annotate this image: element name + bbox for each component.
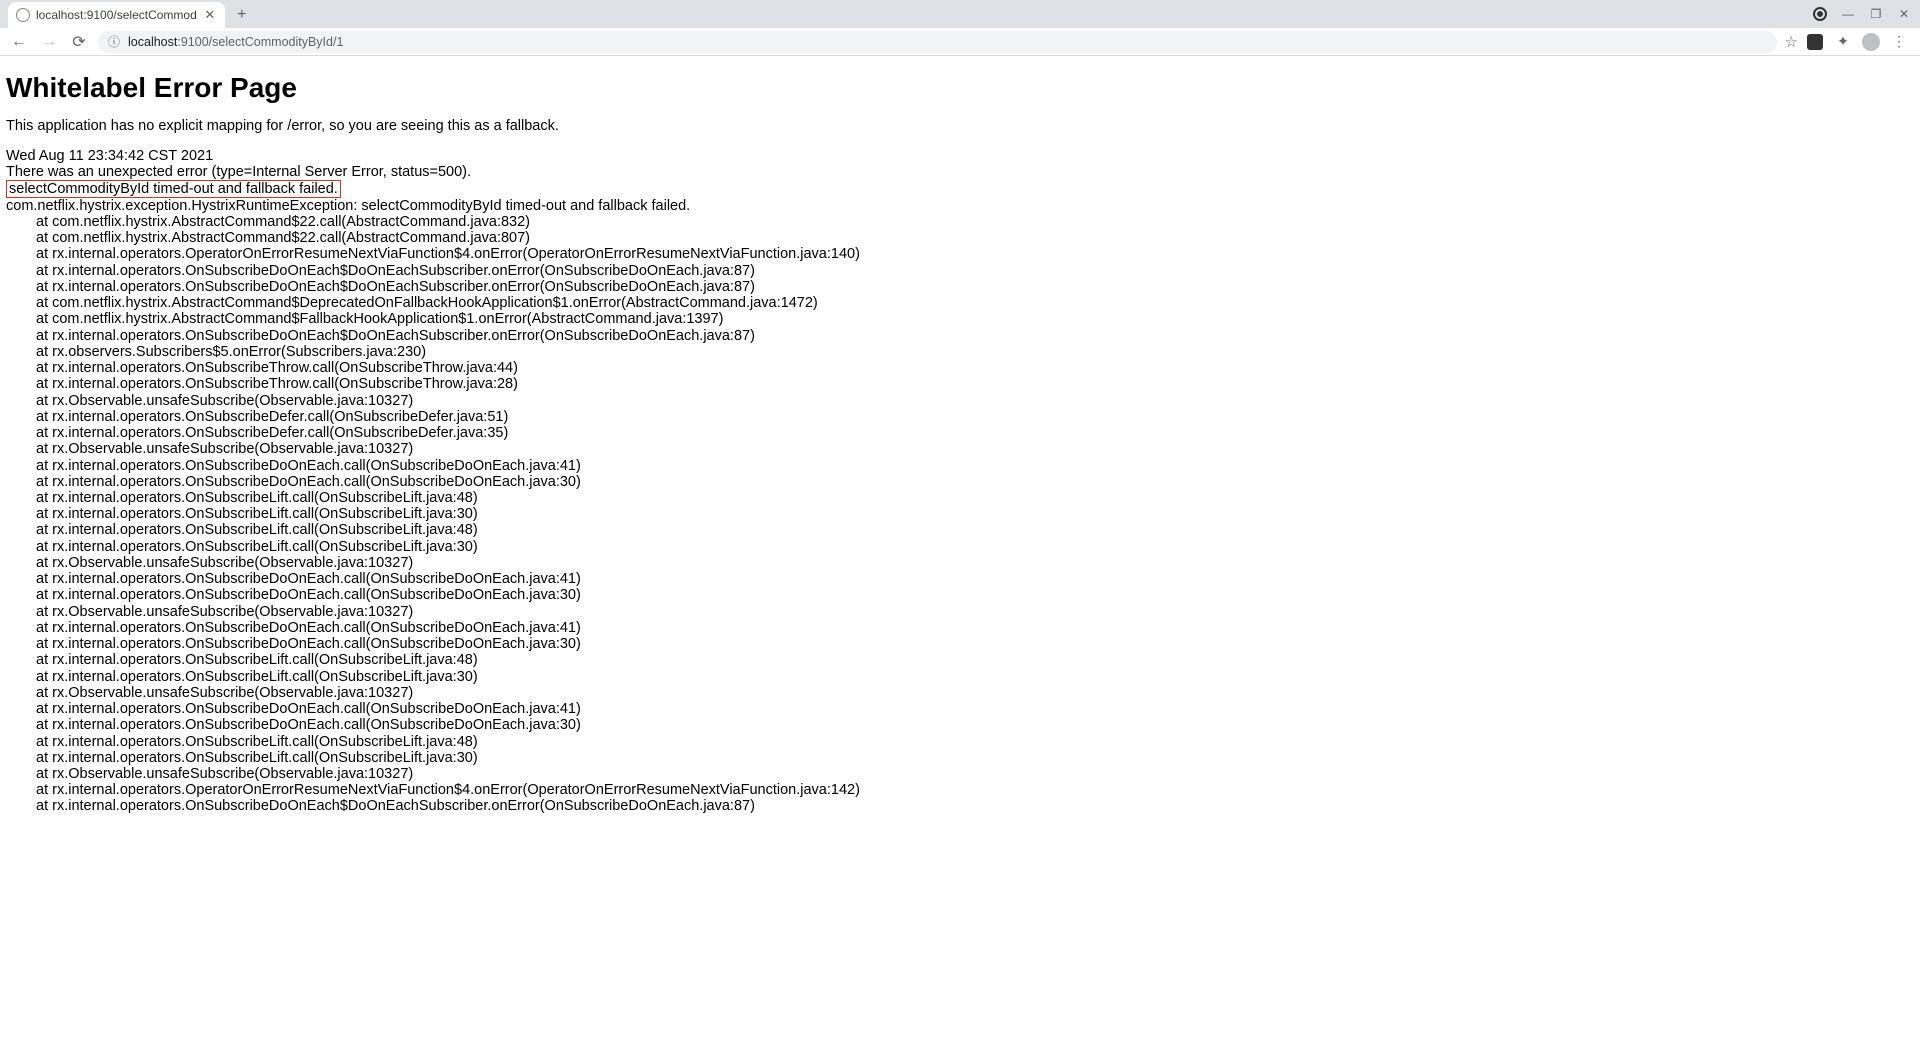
stack-trace-line: at rx.Observable.unsafeSubscribe(Observa… <box>6 555 1914 571</box>
forward-button[interactable]: → <box>38 31 60 53</box>
site-info-icon[interactable]: ⓘ <box>108 33 120 50</box>
stack-trace-line: at rx.internal.operators.OnSubscribeDoOn… <box>6 474 1914 490</box>
stack-trace-line: at rx.internal.operators.OnSubscribeDoOn… <box>6 279 1914 295</box>
stack-trace-line: at rx.observers.Subscribers$5.onError(Su… <box>6 344 1914 360</box>
app-indicator-icon[interactable] <box>1808 4 1832 24</box>
stack-trace-line: at com.netflix.hystrix.AbstractCommand$F… <box>6 311 1914 327</box>
stack-trace-line: at rx.internal.operators.OnSubscribeThro… <box>6 360 1914 376</box>
address-bar: ← → ⟳ ⓘ localhost:9100/selectCommodityBy… <box>0 28 1920 56</box>
stack-trace-line: at rx.internal.operators.OnSubscribeLift… <box>6 522 1914 538</box>
tab-title: localhost:9100/selectCommod <box>36 8 197 22</box>
highlighted-error-line: selectCommodityById timed-out and fallba… <box>6 180 341 198</box>
stack-trace-line: at rx.internal.operators.OnSubscribeDoOn… <box>6 717 1914 733</box>
stack-trace-line: at rx.internal.operators.OnSubscribeDoOn… <box>6 587 1914 603</box>
stack-trace-line: at rx.Observable.unsafeSubscribe(Observa… <box>6 393 1914 409</box>
profile-avatar[interactable] <box>1862 33 1880 51</box>
fallback-message: This application has no explicit mapping… <box>6 118 1914 134</box>
stack-trace-line: at rx.Observable.unsafeSubscribe(Observa… <box>6 604 1914 620</box>
extensions-puzzle-icon[interactable]: ✦ <box>1834 33 1852 51</box>
globe-icon <box>16 8 30 22</box>
new-tab-button[interactable]: + <box>229 2 255 28</box>
stack-trace-line: at rx.internal.operators.OnSubscribeLift… <box>6 734 1914 750</box>
stack-trace-line: at rx.internal.operators.OnSubscribeLift… <box>6 669 1914 685</box>
reload-button[interactable]: ⟳ <box>68 31 90 53</box>
timestamp: Wed Aug 11 23:34:42 CST 2021 <box>6 148 1914 164</box>
exception-header: com.netflix.hystrix.exception.HystrixRun… <box>6 198 1914 214</box>
stack-trace-line: at rx.internal.operators.OnSubscribeDoOn… <box>6 620 1914 636</box>
page-heading: Whitelabel Error Page <box>6 72 1914 104</box>
stack-trace-line: at rx.internal.operators.OnSubscribeDoOn… <box>6 636 1914 652</box>
stack-trace-line: at com.netflix.hystrix.AbstractCommand$2… <box>6 230 1914 246</box>
browser-tab[interactable]: localhost:9100/selectCommod ✕ <box>8 2 225 28</box>
stack-trace-line: at rx.internal.operators.OnSubscribeDoOn… <box>6 571 1914 587</box>
url-text: localhost:9100/selectCommodityById/1 <box>128 35 343 49</box>
stack-trace-line: at rx.internal.operators.OnSubscribeDoOn… <box>6 798 1914 814</box>
stack-trace-line: at rx.internal.operators.OnSubscribeLift… <box>6 490 1914 506</box>
stack-trace-line: at rx.internal.operators.OnSubscribeDoOn… <box>6 701 1914 717</box>
stack-trace: at com.netflix.hystrix.AbstractCommand$2… <box>6 214 1914 815</box>
stack-trace-line: at rx.internal.operators.OperatorOnError… <box>6 246 1914 262</box>
stack-trace-line: at rx.internal.operators.OnSubscribeLift… <box>6 652 1914 668</box>
stack-trace-line: at rx.internal.operators.OnSubscribeDefe… <box>6 425 1914 441</box>
maximize-button[interactable]: ❐ <box>1864 4 1888 24</box>
tab-bar: localhost:9100/selectCommod ✕ + — ❐ ✕ <box>0 0 1920 28</box>
stack-trace-line: at rx.internal.operators.OnSubscribeLift… <box>6 506 1914 522</box>
stack-trace-line: at rx.Observable.unsafeSubscribe(Observa… <box>6 685 1914 701</box>
close-window-button[interactable]: ✕ <box>1892 4 1916 24</box>
stack-trace-line: at com.netflix.hystrix.AbstractCommand$2… <box>6 214 1914 230</box>
toolbar-icons: ✦ ⋮ <box>1806 33 1912 51</box>
url-input[interactable]: ⓘ localhost:9100/selectCommodityById/1 <box>98 31 1777 53</box>
stack-trace-line: at rx.internal.operators.OnSubscribeLift… <box>6 750 1914 766</box>
stack-trace-line: at com.netflix.hystrix.AbstractCommand$D… <box>6 295 1914 311</box>
stack-trace-line: at rx.Observable.unsafeSubscribe(Observa… <box>6 441 1914 457</box>
stack-trace-line: at rx.internal.operators.OnSubscribeDoOn… <box>6 263 1914 279</box>
stack-trace-line: at rx.Observable.unsafeSubscribe(Observa… <box>6 766 1914 782</box>
stack-trace-line: at rx.internal.operators.OnSubscribeDefe… <box>6 409 1914 425</box>
stack-trace-line: at rx.internal.operators.OnSubscribeDoOn… <box>6 328 1914 344</box>
stack-trace-line: at rx.internal.operators.OnSubscribeLift… <box>6 539 1914 555</box>
stack-trace-line: at rx.internal.operators.OnSubscribeDoOn… <box>6 458 1914 474</box>
extension-icon[interactable] <box>1806 33 1824 51</box>
menu-kebab-icon[interactable]: ⋮ <box>1890 33 1908 51</box>
stack-trace-line: at rx.internal.operators.OperatorOnError… <box>6 782 1914 798</box>
error-type-line: There was an unexpected error (type=Inte… <box>6 164 1914 180</box>
close-tab-icon[interactable]: ✕ <box>203 8 217 22</box>
bookmark-star-icon[interactable]: ☆ <box>1785 33 1798 51</box>
minimize-button[interactable]: — <box>1836 4 1860 24</box>
browser-chrome: localhost:9100/selectCommod ✕ + — ❐ ✕ ← … <box>0 0 1920 56</box>
stack-trace-line: at rx.internal.operators.OnSubscribeThro… <box>6 376 1914 392</box>
back-button[interactable]: ← <box>8 31 30 53</box>
page-content[interactable]: Whitelabel Error Page This application h… <box>0 56 1920 1048</box>
window-controls: — ❐ ✕ <box>1808 4 1916 24</box>
